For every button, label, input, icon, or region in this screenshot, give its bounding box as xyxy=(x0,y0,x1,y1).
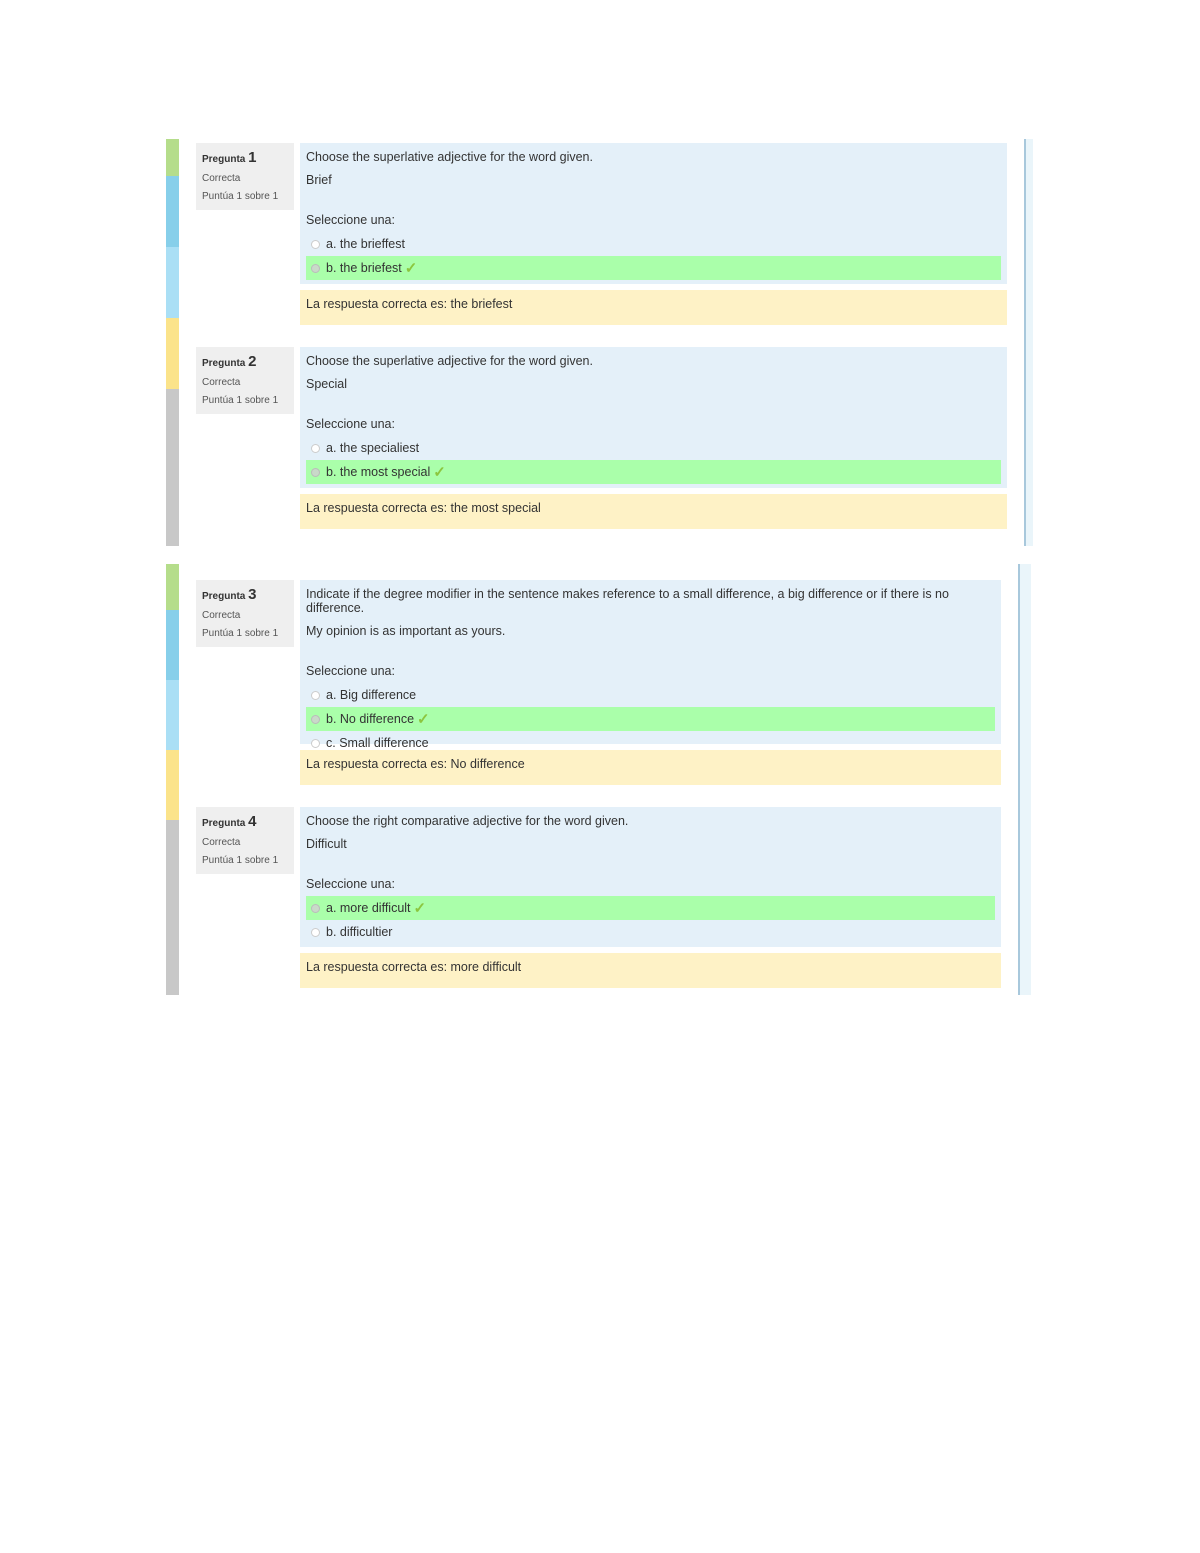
select-prompt: Seleccione una: xyxy=(306,213,395,227)
answer-label: b. the most special xyxy=(326,465,431,479)
answer-label: b. the briefest xyxy=(326,261,402,275)
answer-option-b[interactable]: b. the briefest ✓ xyxy=(306,256,1001,280)
question-grade: Puntúa 1 sobre 1 xyxy=(202,855,279,866)
check-icon: ✓ xyxy=(413,900,427,917)
radio-button[interactable] xyxy=(311,690,320,700)
right-scrollbar[interactable] xyxy=(1024,139,1033,546)
radio-button[interactable] xyxy=(311,263,320,273)
question-formulation: Choose the superlative adjective for the… xyxy=(300,143,1007,284)
question-state: Correcta xyxy=(202,173,241,184)
question-number: Pregunta 4 xyxy=(202,813,257,830)
question-grade: Puntúa 1 sobre 1 xyxy=(202,395,279,406)
left-color-stripe xyxy=(166,564,179,995)
answer-option-a[interactable]: a. the specialiest xyxy=(306,436,1001,460)
answer-label: a. more difficult xyxy=(326,901,411,915)
question-state: Correcta xyxy=(202,837,241,848)
question-word: My opinion is as important as yours. xyxy=(306,624,506,638)
question-number: Pregunta 1 xyxy=(202,149,257,166)
radio-button[interactable] xyxy=(311,738,320,748)
correct-answer-feedback: La respuesta correcta es: the most speci… xyxy=(300,494,1007,529)
question-text: Choose the superlative adjective for the… xyxy=(306,354,593,368)
radio-button[interactable] xyxy=(311,467,320,477)
right-scrollbar[interactable] xyxy=(1018,564,1031,995)
question-formulation: Choose the right comparative adjective f… xyxy=(300,807,1001,947)
question-info: Pregunta 1 Correcta Puntúa 1 sobre 1 xyxy=(196,143,294,210)
radio-button[interactable] xyxy=(311,927,320,937)
left-color-stripe xyxy=(166,139,179,546)
radio-button[interactable] xyxy=(311,903,320,913)
answer-option-a[interactable]: a. more difficult ✓ xyxy=(306,896,995,920)
question-text: Indicate if the degree modifier in the s… xyxy=(306,587,949,615)
answer-label: b. No difference xyxy=(326,712,415,726)
question-number: Pregunta 2 xyxy=(202,353,257,370)
question-text: Choose the right comparative adjective f… xyxy=(306,814,629,828)
radio-button[interactable] xyxy=(311,714,320,724)
select-prompt: Seleccione una: xyxy=(306,664,395,678)
check-icon: ✓ xyxy=(433,464,446,481)
answer-label: c. Small difference xyxy=(326,736,429,750)
answer-option-a[interactable]: a. the brieffest xyxy=(306,232,1001,256)
question-word: Difficult xyxy=(306,837,347,851)
question-word: Brief xyxy=(306,173,332,187)
answer-option-b[interactable]: b. the most special ✓ xyxy=(306,460,1001,484)
question-grade: Puntúa 1 sobre 1 xyxy=(202,628,279,639)
select-prompt: Seleccione una: xyxy=(306,417,395,431)
question-state: Correcta xyxy=(202,377,241,388)
screenshot-page-1: Pregunta 1 Correcta Puntúa 1 sobre 1 Cho… xyxy=(166,139,1033,546)
answer-label: a. Big difference xyxy=(326,688,417,702)
question-number: Pregunta 3 xyxy=(202,586,257,603)
check-icon: ✓ xyxy=(404,260,418,277)
question-info: Pregunta 4 Correcta Puntúa 1 sobre 1 xyxy=(196,807,294,874)
question-info: Pregunta 2 Correcta Puntúa 1 sobre 1 xyxy=(196,347,294,414)
correct-answer-feedback: La respuesta correcta es: No difference xyxy=(300,750,1001,785)
answer-option-b[interactable]: b. No difference ✓ xyxy=(306,707,995,731)
check-icon: ✓ xyxy=(417,711,430,728)
question-info: Pregunta 3 Correcta Puntúa 1 sobre 1 xyxy=(196,580,294,647)
answer-option-a[interactable]: a. Big difference xyxy=(306,683,995,707)
question-formulation: Choose the superlative adjective for the… xyxy=(300,347,1007,488)
answer-label: b. difficultier xyxy=(326,925,393,939)
select-prompt: Seleccione una: xyxy=(306,877,395,891)
screenshot-page-2: Pregunta 3 Correcta Puntúa 1 sobre 1 Ind… xyxy=(166,564,1032,995)
radio-button[interactable] xyxy=(311,239,320,249)
question-text: Choose the superlative adjective for the… xyxy=(306,150,593,164)
radio-button[interactable] xyxy=(311,443,320,453)
correct-answer-feedback: La respuesta correcta es: more difficult xyxy=(300,953,1001,988)
question-word: Special xyxy=(306,377,347,391)
question-state: Correcta xyxy=(202,610,241,621)
answer-label: a. the specialiest xyxy=(326,441,420,455)
question-formulation: Indicate if the degree modifier in the s… xyxy=(300,580,1001,750)
answer-option-b[interactable]: b. difficultier xyxy=(306,920,995,944)
question-grade: Puntúa 1 sobre 1 xyxy=(202,191,279,202)
correct-answer-feedback: La respuesta correcta es: the briefest xyxy=(300,290,1007,325)
answer-label: a. the brieffest xyxy=(326,237,405,251)
